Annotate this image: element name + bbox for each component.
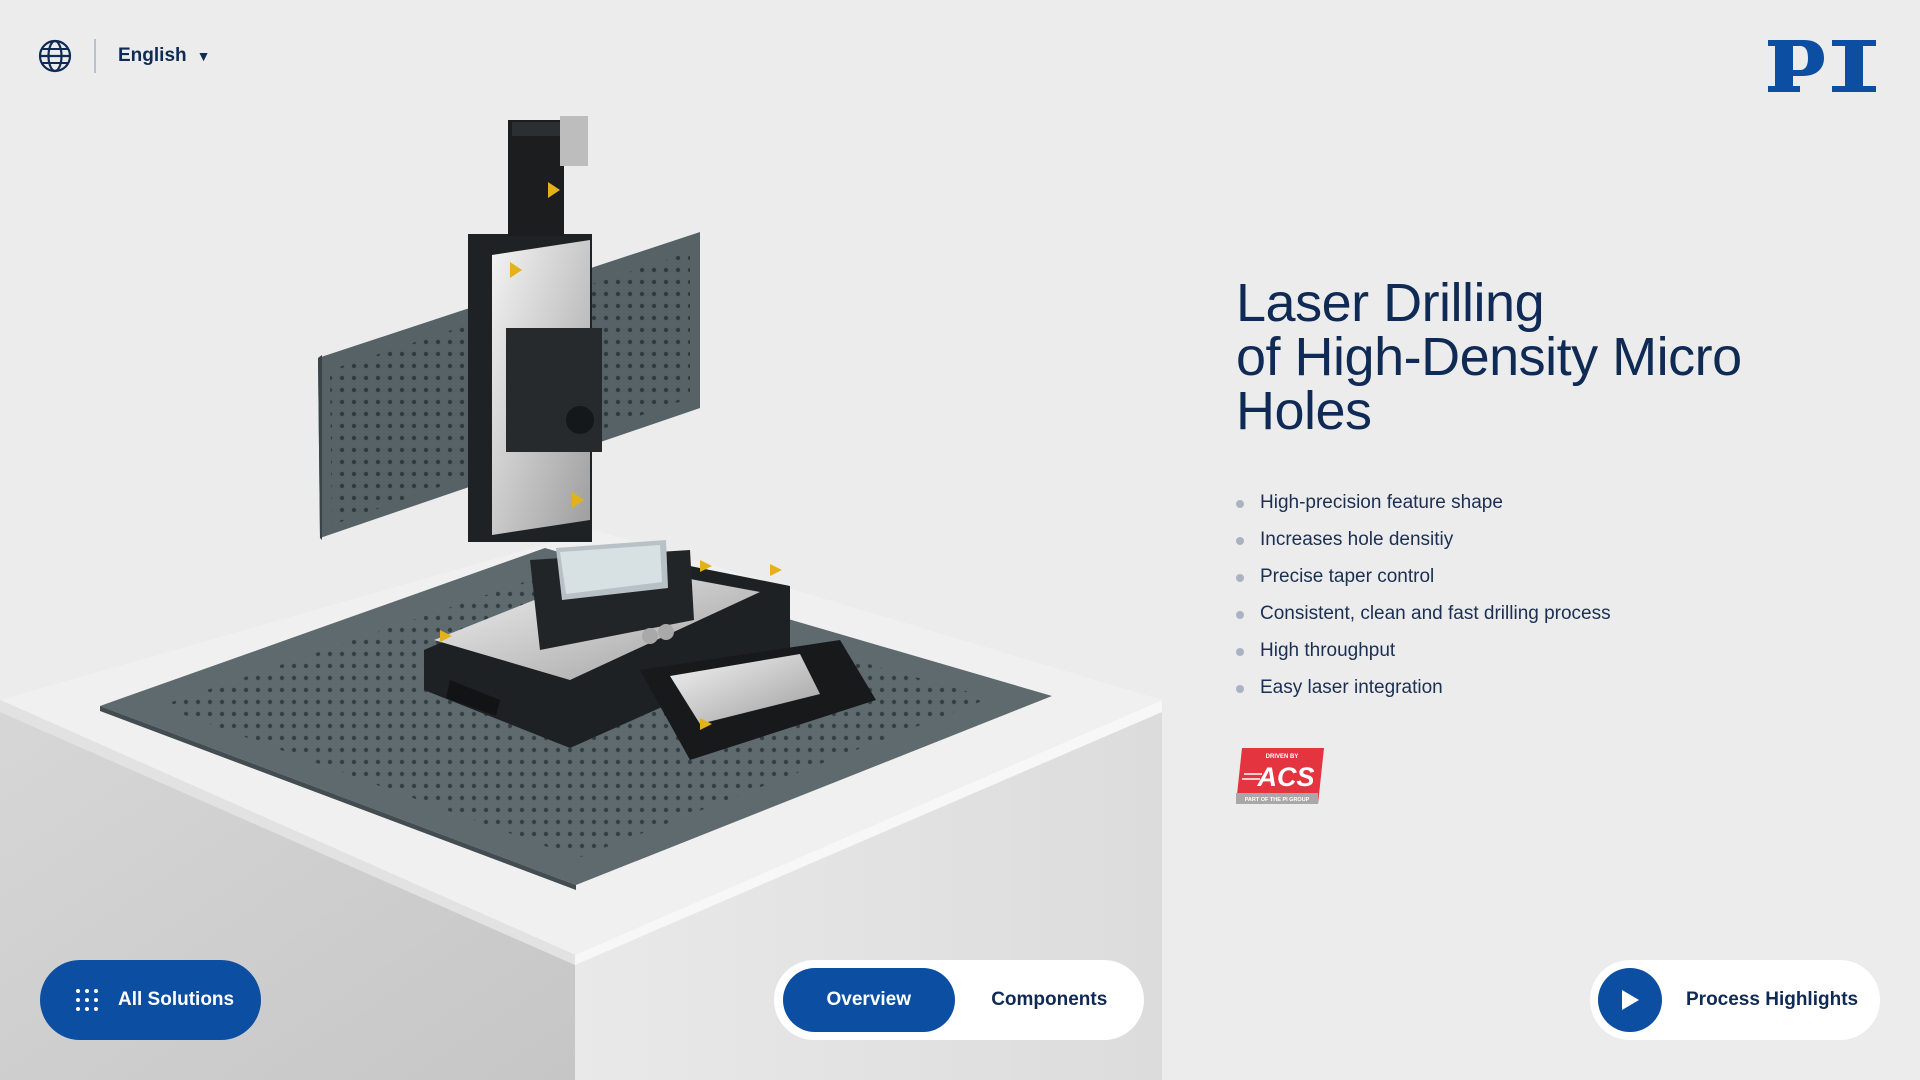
grid-icon — [76, 989, 98, 1011]
acs-badge-main: ACS — [1256, 762, 1314, 792]
feature-item: Easy laser integration — [1236, 669, 1856, 706]
title-line-3: Holes — [1236, 381, 1372, 441]
play-icon — [1598, 968, 1662, 1032]
feature-list: High-precision feature shape Increases h… — [1236, 484, 1856, 706]
tab-overview[interactable]: Overview — [783, 968, 955, 1032]
process-highlights-label: Process Highlights — [1686, 989, 1859, 1010]
feature-item: Precise taper control — [1236, 558, 1856, 595]
all-solutions-label: All Solutions — [118, 989, 235, 1010]
acs-badge: DRIVEN BY ACS PART OF THE PI GROUP — [1236, 748, 1324, 809]
title-line-2: of High-Density Micro — [1236, 327, 1742, 387]
acs-badge-bottom: PART OF THE PI GROUP — [1245, 797, 1310, 803]
page-title: Laser Drilling of High-Density Micro Hol… — [1236, 276, 1856, 438]
solution-info-panel: Laser Drilling of High-Density Micro Hol… — [1236, 276, 1856, 706]
product-render — [0, 116, 1162, 1080]
process-highlights-button[interactable]: Process Highlights — [1590, 960, 1880, 1040]
feature-item: High-precision feature shape — [1236, 484, 1856, 521]
tab-components[interactable]: Components — [955, 968, 1144, 1032]
acs-badge-top: DRIVEN BY — [1266, 754, 1299, 760]
feature-item: Consistent, clean and fast drilling proc… — [1236, 595, 1856, 632]
all-solutions-button[interactable]: All Solutions — [40, 960, 261, 1040]
view-tabs: Overview Components — [774, 960, 1144, 1040]
feature-item: High throughput — [1236, 632, 1856, 669]
pi-logo — [1766, 38, 1878, 99]
feature-item: Increases hole densitiy — [1236, 521, 1856, 558]
title-line-1: Laser Drilling — [1236, 273, 1545, 333]
